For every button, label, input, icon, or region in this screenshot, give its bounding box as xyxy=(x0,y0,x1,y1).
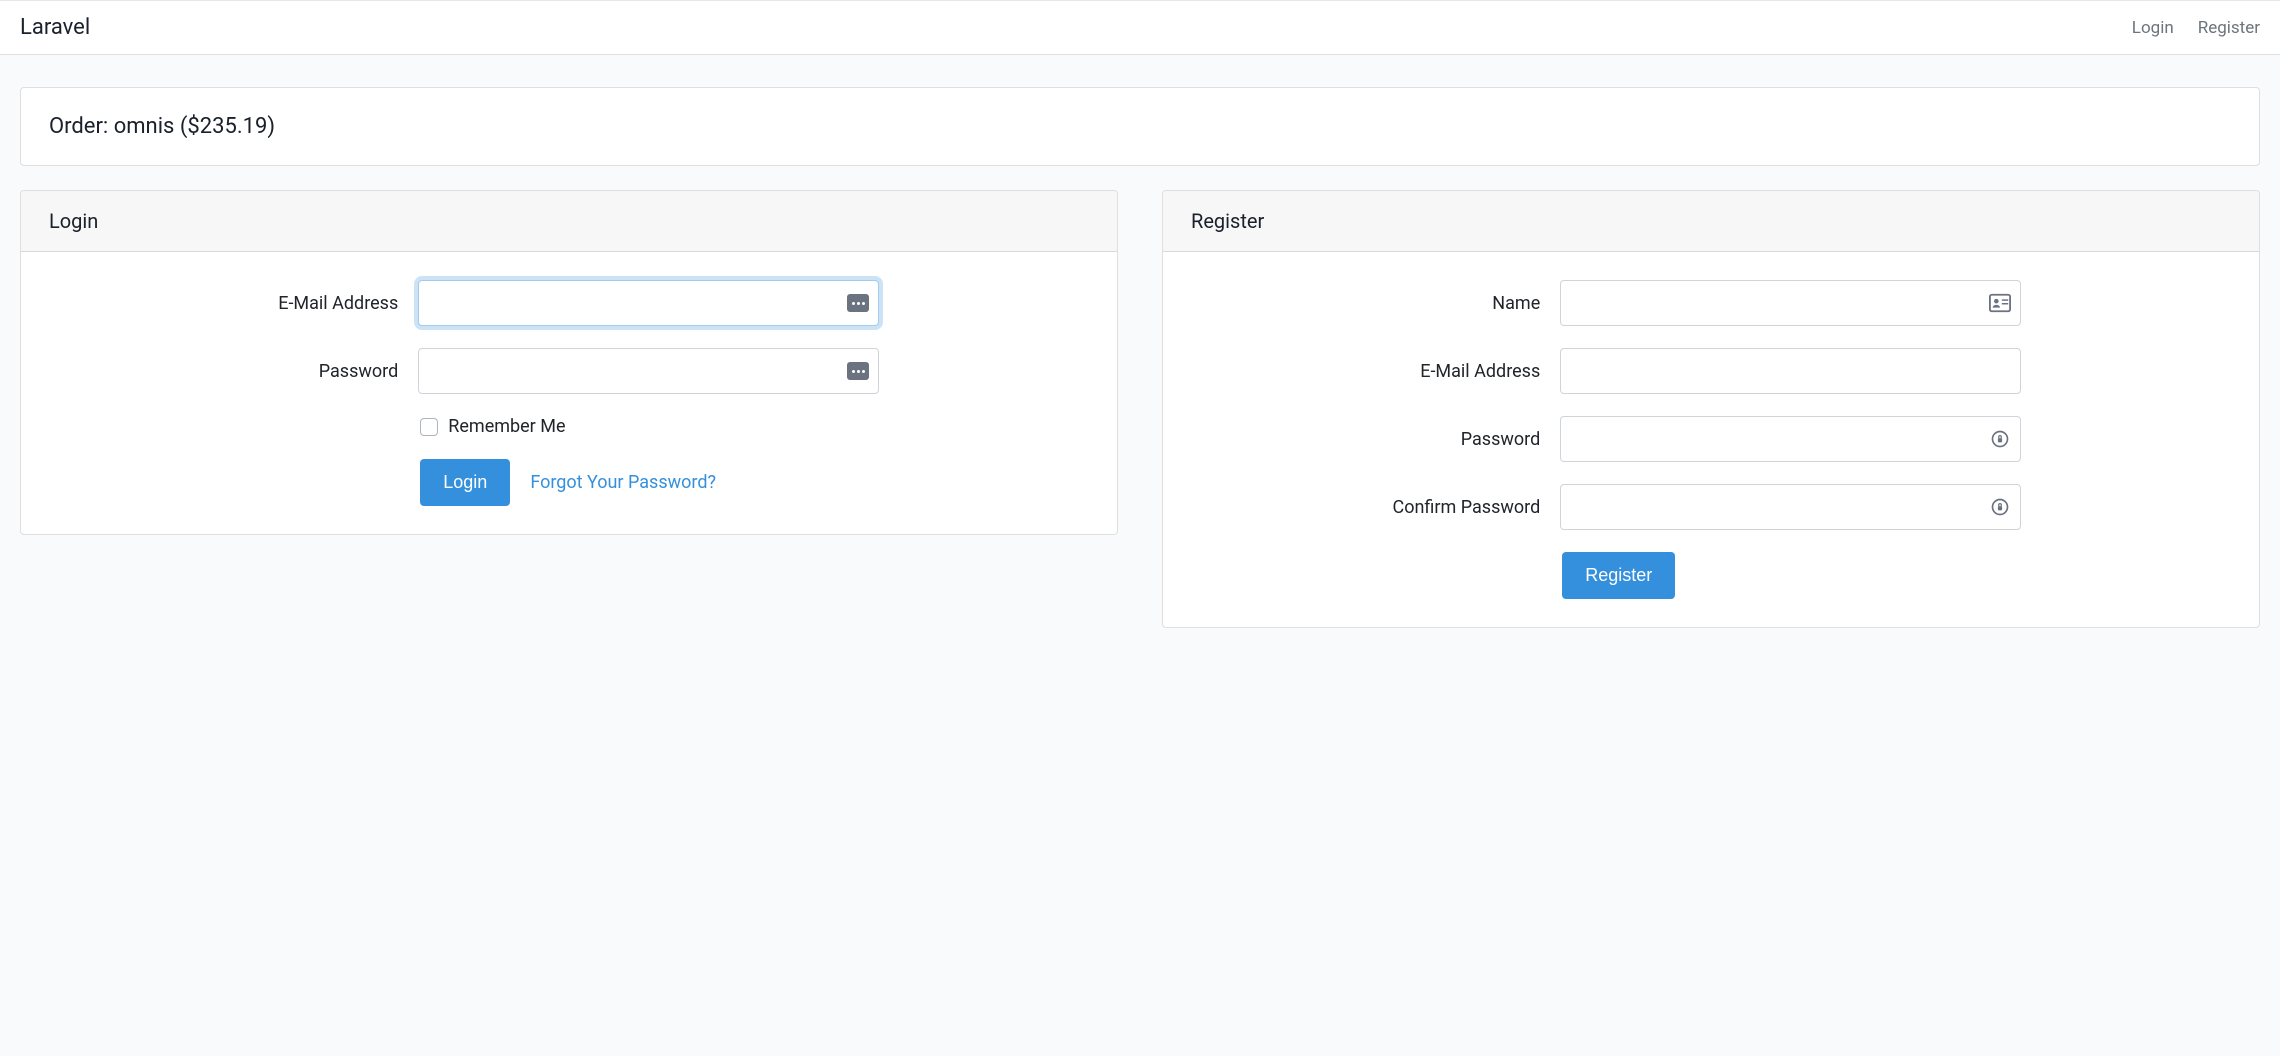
nav-login-link[interactable]: Login xyxy=(2132,18,2174,38)
login-password-input[interactable] xyxy=(418,348,879,394)
remember-container: Remember Me xyxy=(418,416,565,437)
register-action-row: Register xyxy=(1183,552,2231,599)
register-password-label: Password xyxy=(1183,429,1560,450)
register-password-field-wrap xyxy=(1560,416,2021,462)
register-email-label: E-Mail Address xyxy=(1183,361,1560,382)
order-text: Order: omnis ($235.19) xyxy=(49,114,275,139)
navbar-nav: Login Register xyxy=(2132,18,2260,38)
register-password-row: Password xyxy=(1183,416,2231,462)
register-col: Register Name E-Mail Address xyxy=(1162,190,2260,628)
register-email-row: E-Mail Address xyxy=(1183,348,2231,394)
register-email-input[interactable] xyxy=(1560,348,2021,394)
login-password-row: Password xyxy=(41,348,1089,394)
login-password-field-wrap xyxy=(418,348,879,394)
register-confirm-label: Confirm Password xyxy=(1183,497,1560,518)
login-card-body: E-Mail Address Password xyxy=(21,252,1117,534)
login-email-field-wrap xyxy=(418,280,879,326)
order-container: Order: omnis ($235.19) xyxy=(0,55,2280,190)
lock-icon[interactable] xyxy=(1989,429,2011,449)
register-confirm-field-wrap xyxy=(1560,484,2021,530)
remember-row: Remember Me xyxy=(41,416,1089,437)
register-password-input[interactable] xyxy=(1560,416,2021,462)
forgot-password-link[interactable]: Forgot Your Password? xyxy=(530,472,716,493)
login-col: Login E-Mail Address Password xyxy=(20,190,1118,628)
login-email-input[interactable] xyxy=(418,280,879,326)
register-email-field-wrap xyxy=(1560,348,2021,394)
login-button[interactable]: Login xyxy=(420,459,510,506)
password-manager-icon[interactable] xyxy=(847,361,869,381)
login-email-row: E-Mail Address xyxy=(41,280,1089,326)
register-name-row: Name xyxy=(1183,280,2231,326)
register-card: Register Name E-Mail Address xyxy=(1162,190,2260,628)
contact-card-icon[interactable] xyxy=(1989,293,2011,313)
register-confirm-input[interactable] xyxy=(1560,484,2021,530)
cards-row: Login E-Mail Address Password xyxy=(0,190,2280,648)
lock-icon[interactable] xyxy=(1989,497,2011,517)
remember-checkbox[interactable] xyxy=(420,418,438,436)
register-card-body: Name E-Mail Address Password xyxy=(1163,252,2259,627)
remember-label[interactable]: Remember Me xyxy=(448,416,565,437)
navbar-brand[interactable]: Laravel xyxy=(20,15,90,40)
login-password-label: Password xyxy=(41,361,418,382)
login-card: Login E-Mail Address Password xyxy=(20,190,1118,535)
register-card-header: Register xyxy=(1163,191,2259,252)
navbar: Laravel Login Register xyxy=(0,0,2280,55)
login-card-header: Login xyxy=(21,191,1117,252)
register-name-input[interactable] xyxy=(1560,280,2021,326)
order-card: Order: omnis ($235.19) xyxy=(20,87,2260,166)
login-email-label: E-Mail Address xyxy=(41,293,418,314)
register-button[interactable]: Register xyxy=(1562,552,1675,599)
register-name-field-wrap xyxy=(1560,280,2021,326)
password-manager-icon[interactable] xyxy=(847,293,869,313)
register-confirm-row: Confirm Password xyxy=(1183,484,2231,530)
login-action-row: Login Forgot Your Password? xyxy=(41,459,1089,506)
register-name-label: Name xyxy=(1183,293,1560,314)
nav-register-link[interactable]: Register xyxy=(2198,18,2260,38)
